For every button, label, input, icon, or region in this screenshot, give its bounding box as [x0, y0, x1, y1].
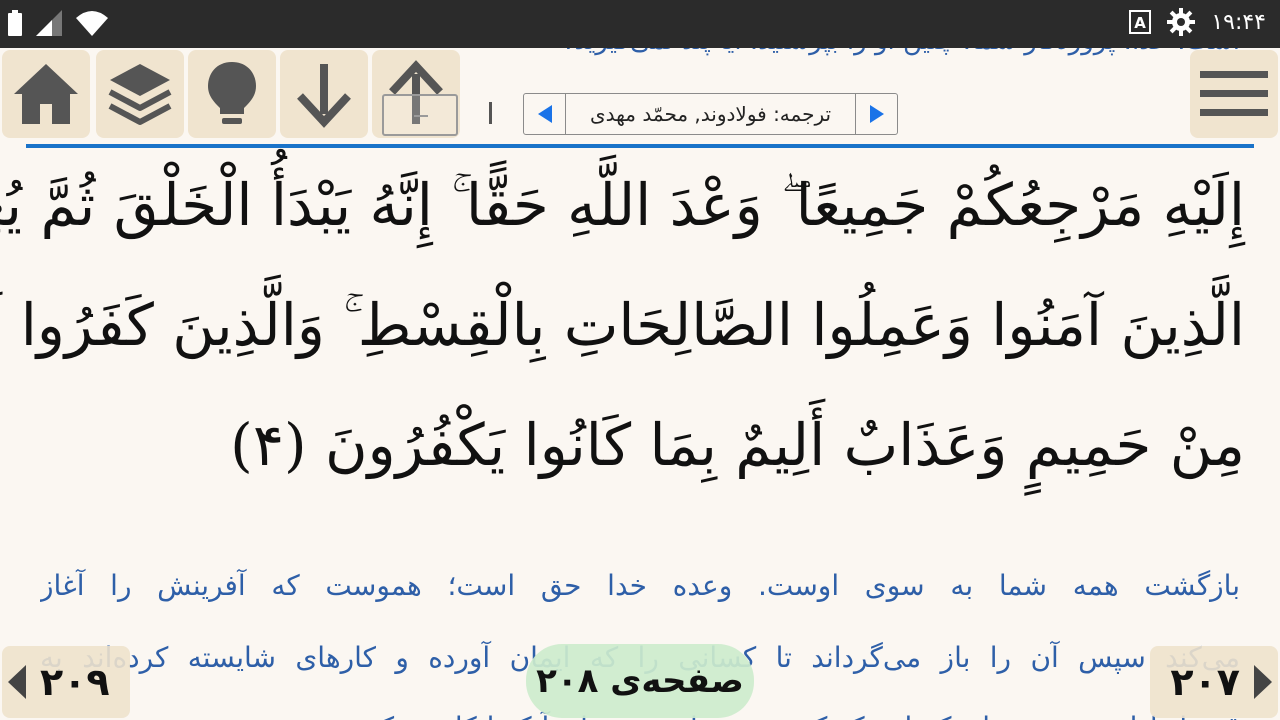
translation-next-button[interactable] [855, 94, 897, 134]
arrow-down-icon [297, 64, 351, 128]
translation-line-1: بازگشت همه شما به سوی اوست. وعده خدا حق … [40, 569, 1240, 602]
next-page-button[interactable]: ۲۰۹ [2, 646, 130, 718]
quran-page[interactable]: است. خدا، پروردگار شما، چنین او را بپرست… [0, 48, 1280, 720]
translation-label: ترجمه: فولادوند, محمّد مهدی [589, 102, 832, 126]
home-icon [14, 64, 78, 124]
header-divider [26, 144, 1254, 148]
chevron-right-icon [1254, 665, 1272, 699]
lightbulb-button[interactable] [188, 50, 276, 138]
menu-icon [1200, 71, 1268, 116]
triangle-left-icon [537, 105, 552, 123]
svg-text:A: A [1135, 14, 1147, 32]
battery-icon [8, 10, 22, 36]
status-clock: ۱۹:۴۴ [1211, 9, 1266, 35]
previous-page-button[interactable]: ۲۰۷ [1150, 646, 1278, 718]
previous-page-number: ۲۰۷ [1170, 660, 1240, 704]
wifi-icon [76, 11, 108, 36]
current-page-indicator[interactable]: صفحه‌ی ۲۰۸ [526, 644, 754, 718]
chevron-left-icon [8, 665, 26, 699]
verse-line-3: مِنْ حَمِيمٍ وَعَذَابٌ أَلِيمٌ بِمَا كَا… [230, 411, 1245, 479]
home-button[interactable] [2, 50, 90, 138]
lightbulb-icon [208, 62, 256, 124]
settings-gear-icon [1167, 8, 1196, 36]
translation-prev-button[interactable] [524, 94, 566, 134]
keyboard-icon: A [1129, 10, 1152, 34]
triangle-right-icon [869, 105, 884, 123]
scroll-down-button[interactable] [280, 50, 368, 138]
status-bar: A ۱۹:۴۴ [0, 0, 1280, 48]
next-page-number: ۲۰۹ [40, 660, 110, 704]
verse-line-2: الَّذِينَ آمَنُوا وَعَمِلُوا الصَّالِحَا… [0, 291, 1245, 359]
verse-line-1: إِلَيْهِ مَرْجِعُكُمْ جَمِيعًا ۖ وَعْدَ … [0, 171, 1245, 239]
layers-button[interactable] [96, 50, 184, 138]
current-page-label: صفحه‌ی ۲۰۸ [536, 661, 744, 701]
minus-icon [414, 115, 428, 117]
signal-icon [36, 10, 62, 36]
menu-button[interactable] [1190, 50, 1278, 138]
font-size-control[interactable] [382, 94, 458, 136]
separator [489, 102, 492, 124]
translation-selector[interactable]: ترجمه: فولادوند, محمّد مهدی [523, 93, 898, 135]
layers-icon [108, 64, 172, 125]
